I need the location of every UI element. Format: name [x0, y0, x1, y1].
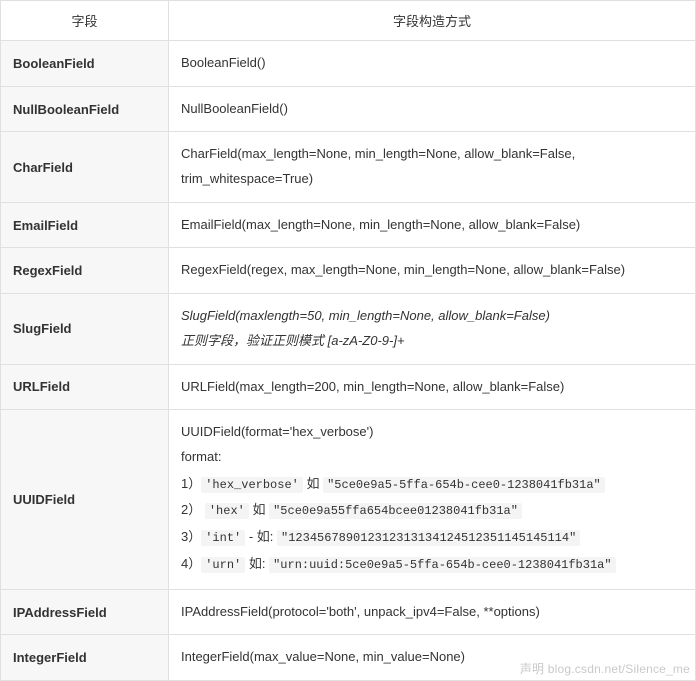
- header-construct: 字段构造方式: [169, 1, 696, 41]
- format-key: 'hex_verbose': [201, 477, 303, 493]
- table-row: IntegerFieldIntegerField(max_value=None,…: [1, 635, 696, 681]
- format-value: "urn:uuid:5ce0e9a5-5ffa-654b-cee0-123804…: [269, 557, 615, 573]
- uuid-format-item: 3）'int' - 如: "12345678901231231313412451…: [181, 525, 683, 550]
- uuid-format-label: format:: [181, 445, 683, 470]
- table-row: NullBooleanFieldNullBooleanField(): [1, 86, 696, 132]
- table-row: BooleanFieldBooleanField(): [1, 41, 696, 87]
- item-mid: 如: [249, 502, 269, 517]
- construct-cell: NullBooleanField(): [169, 86, 696, 132]
- item-number: 3）: [181, 529, 201, 544]
- fields-table: 字段 字段构造方式 BooleanFieldBooleanField()Null…: [0, 0, 696, 681]
- uuid-signature: UUIDField(format='hex_verbose'): [181, 420, 683, 445]
- slug-desc: 正则字段，验证正则模式 [a-zA-Z0-9-]+: [181, 329, 683, 354]
- item-mid: - 如:: [245, 529, 277, 544]
- field-name-cell: RegexField: [1, 248, 169, 294]
- field-name-cell: SlugField: [1, 294, 169, 364]
- field-name-cell: IntegerField: [1, 635, 169, 681]
- field-name-cell: BooleanField: [1, 41, 169, 87]
- construct-cell: SlugField(maxlength=50, min_length=None,…: [169, 294, 696, 364]
- construct-cell: BooleanField(): [169, 41, 696, 87]
- construct-cell: CharField(max_length=None, min_length=No…: [169, 132, 696, 202]
- table-row: RegexFieldRegexField(regex, max_length=N…: [1, 248, 696, 294]
- table-row: CharFieldCharField(max_length=None, min_…: [1, 132, 696, 202]
- table-row: UUIDField UUIDField(format='hex_verbose')…: [1, 410, 696, 590]
- item-number: 1）: [181, 476, 201, 491]
- format-value: "5ce0e9a55ffa654bcee01238041fb31a": [269, 503, 522, 519]
- field-name-cell: UUIDField: [1, 410, 169, 590]
- uuid-format-item: 1）'hex_verbose' 如 "5ce0e9a5-5ffa-654b-ce…: [181, 472, 683, 497]
- construct-cell: UUIDField(format='hex_verbose')format:1）…: [169, 410, 696, 590]
- slug-signature: SlugField(maxlength=50, min_length=None,…: [181, 304, 683, 329]
- field-name-cell: EmailField: [1, 202, 169, 248]
- item-mid: 如:: [245, 556, 269, 571]
- field-name-cell: URLField: [1, 364, 169, 410]
- field-name-cell: IPAddressField: [1, 589, 169, 635]
- table-row: EmailFieldEmailField(max_length=None, mi…: [1, 202, 696, 248]
- uuid-format-item: 4）'urn' 如: "urn:uuid:5ce0e9a5-5ffa-654b-…: [181, 552, 683, 577]
- format-key: 'urn': [201, 557, 245, 573]
- table-row: URLFieldURLField(max_length=200, min_len…: [1, 364, 696, 410]
- header-field: 字段: [1, 1, 169, 41]
- uuid-format-item: 2） 'hex' 如 "5ce0e9a55ffa654bcee01238041f…: [181, 498, 683, 523]
- construct-cell: IPAddressField(protocol='both', unpack_i…: [169, 589, 696, 635]
- construct-cell: URLField(max_length=200, min_length=None…: [169, 364, 696, 410]
- field-name-cell: CharField: [1, 132, 169, 202]
- format-key: 'hex': [205, 503, 249, 519]
- table-row: SlugField SlugField(maxlength=50, min_len…: [1, 294, 696, 364]
- item-number: 4）: [181, 556, 201, 571]
- format-key: 'int': [201, 530, 245, 546]
- table-row: IPAddressFieldIPAddressField(protocol='b…: [1, 589, 696, 635]
- table-header-row: 字段 字段构造方式: [1, 1, 696, 41]
- format-value: "123456789012312313134124512351145145114…: [277, 530, 580, 546]
- construct-cell: IntegerField(max_value=None, min_value=N…: [169, 635, 696, 681]
- field-name-cell: NullBooleanField: [1, 86, 169, 132]
- format-value: "5ce0e9a5-5ffa-654b-cee0-1238041fb31a": [323, 477, 605, 493]
- item-mid: 如: [303, 476, 323, 491]
- item-number: 2）: [181, 502, 205, 517]
- construct-cell: RegexField(regex, max_length=None, min_l…: [169, 248, 696, 294]
- construct-cell: EmailField(max_length=None, min_length=N…: [169, 202, 696, 248]
